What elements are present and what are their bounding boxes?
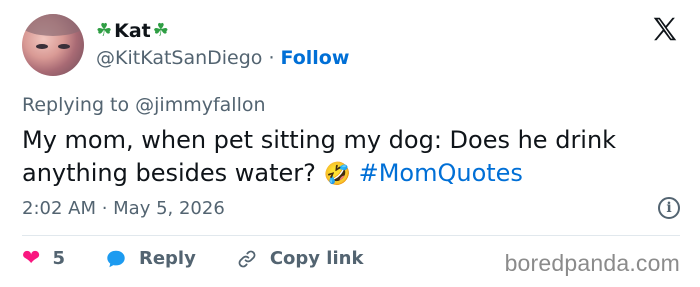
clover-icon: ☘ xyxy=(152,20,169,41)
heart-icon: ❤ xyxy=(22,246,41,271)
reply-bubble-icon xyxy=(107,250,125,267)
copy-link-button[interactable]: Copy link xyxy=(236,248,364,270)
link-icon xyxy=(238,250,256,267)
reply-button[interactable]: Reply xyxy=(105,248,196,270)
like-button[interactable]: ❤ 5 xyxy=(22,246,65,271)
tweet-body: My mom, when pet sitting my dog: Does he… xyxy=(22,126,617,187)
avatar[interactable] xyxy=(22,14,84,76)
name-row: ☘ Kat ☘ xyxy=(96,20,169,42)
display-name[interactable]: Kat xyxy=(114,20,151,42)
timestamp[interactable]: 2:02 AM · May 5, 2026 xyxy=(22,198,225,219)
info-icon[interactable]: i xyxy=(658,197,680,219)
copy-link-label: Copy link xyxy=(269,248,364,269)
user-handle[interactable]: @KitKatSanDiego xyxy=(96,47,262,69)
like-count: 5 xyxy=(52,248,65,269)
handle-row: @KitKatSanDiego · Follow xyxy=(96,47,349,69)
divider xyxy=(22,235,680,236)
separator-dot: · xyxy=(268,47,275,69)
rofl-emoji: 🤣 xyxy=(323,162,351,187)
avatar-eye-left xyxy=(36,44,48,49)
action-bar: ❤ 5 Reply Copy link xyxy=(22,246,403,271)
follow-button[interactable]: Follow xyxy=(280,47,349,69)
avatar-hair xyxy=(22,14,84,36)
hashtag-link[interactable]: #MomQuotes xyxy=(359,159,523,187)
replying-to: Replying to @jimmyfallon xyxy=(22,94,266,116)
watermark: boredpanda.com xyxy=(504,250,680,276)
avatar-eye-right xyxy=(58,44,70,49)
clover-icon: ☘ xyxy=(96,20,113,41)
tweet-text: My mom, when pet sitting my dog: Does he… xyxy=(22,124,682,191)
reply-label: Reply xyxy=(138,248,196,269)
x-logo-icon[interactable] xyxy=(650,14,680,44)
